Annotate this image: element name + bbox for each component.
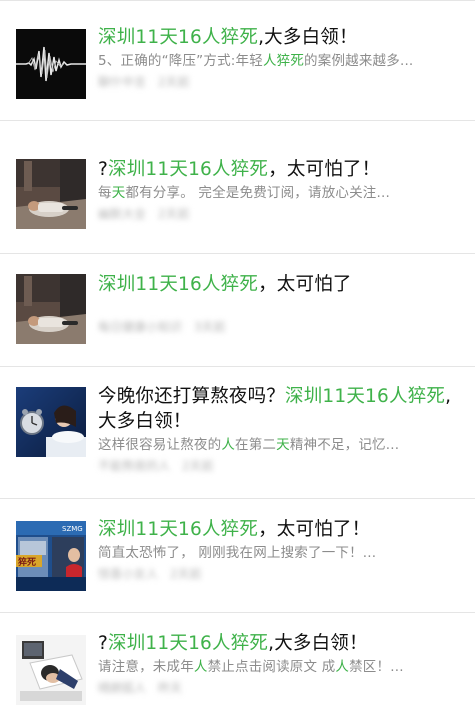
sztv-badge: SZMG [62, 525, 83, 533]
publish-time: 3天前 [193, 320, 226, 334]
list-item[interactable]: ?深圳11天16人猝死，太可怕了！ 每天都有分享。 完全是免费订阅，请放心关注.… [0, 121, 475, 254]
publish-time: 2天前 [157, 75, 190, 89]
highlighted-keyword: 人 [193, 659, 208, 675]
article-title[interactable]: 深圳11天16人猝死，太可怕了 [98, 272, 463, 297]
text-fragment: 精神不足，记忆... [289, 437, 400, 453]
article-snippet: 简直太恐怖了， 刚刚我在网上搜索了一下！... [98, 544, 463, 563]
article-meta: 晴朗狐人 昨天 [98, 680, 463, 696]
publish-time: 2天前 [157, 207, 190, 221]
article-snippet: 请注意，未成年人禁止点击阅读原文 成人禁区！... [98, 658, 463, 677]
list-item[interactable]: 深圳11天16人猝死，太可怕了 每日健康小知识 3天前 [0, 254, 475, 367]
author-name: 惊喜小女人 [98, 567, 159, 581]
text-fragment: 请注意，未成年 [98, 659, 194, 675]
text-fragment: ,大多白领！ [268, 633, 368, 654]
article-meta: 惊喜小女人 2天前 [98, 566, 463, 582]
text-fragment: 今晚你还打算熬夜吗？ [98, 386, 286, 407]
article-meta: 聊什中言 2天前 [98, 74, 463, 90]
heartbeat-waveform-icon [16, 29, 86, 99]
author-name: 不能熬夜的人 [98, 459, 171, 473]
highlighted-keyword: 深圳11天16人猝死 [98, 274, 259, 295]
exhausted-office-worker-photo [16, 635, 86, 705]
author-name: 幽默大全 [98, 207, 147, 221]
author-name: 聊什中言 [98, 75, 147, 89]
highlighted-keyword: 人猝死 [262, 53, 305, 69]
highlighted-keyword: 深圳11天16人猝死 [98, 27, 259, 48]
article-meta: 每日健康小知识 3天前 [98, 319, 463, 335]
highlighted-keyword: 深圳11天16人猝死 [108, 633, 269, 654]
sztv-news-broadcast-photo: 猝死 SZMG [16, 521, 86, 591]
text-fragment: 每 [98, 185, 112, 201]
text-fragment: 5、正确的“降压”方式:年轻 [98, 53, 263, 69]
article-snippet: 5、正确的“降压”方式:年轻人猝死的案例越来越多... [98, 52, 463, 71]
text-fragment: 禁区！... [349, 659, 404, 675]
article-title[interactable]: 今晚你还打算熬夜吗？深圳11天16人猝死,大多白领！ [98, 384, 463, 434]
article-snippet: 每天都有分享。 完全是免费订阅，请放心关注... [98, 184, 463, 203]
text-fragment: 都有分享。 完全是免费订阅，请放心关注... [125, 185, 390, 201]
publish-time: 昨天 [157, 681, 182, 695]
text-fragment: ,大多白领！ [258, 27, 358, 48]
article-meta: 幽默大全 2天前 [98, 206, 463, 222]
highlighted-keyword: 天 [111, 185, 126, 201]
publish-time: 2天前 [181, 459, 214, 473]
text-fragment: ，太可怕了！ [258, 519, 371, 540]
divider [0, 0, 475, 1]
text-fragment: 在第二 [235, 437, 277, 453]
article-title[interactable]: ?深圳11天16人猝死，太可怕了！ [98, 157, 463, 182]
search-results-list: 深圳11天16人猝死,大多白领！ 5、正确的“降压”方式:年轻人猝死的案例越来越… [0, 0, 475, 720]
collapsed-person-photo [16, 274, 86, 344]
list-item[interactable]: 猝死 SZMG 深圳11天16人猝死，太可怕了！ 简直太恐怖了， 刚刚我在网上搜… [0, 499, 475, 613]
highlighted-keyword: 天 [276, 437, 290, 453]
thumb-caption: 猝死 [17, 556, 36, 568]
highlighted-keyword: 深圳11天16人猝死 [285, 386, 446, 407]
article-title[interactable]: 深圳11天16人猝死，太可怕了！ [98, 517, 463, 542]
article-title[interactable]: ?深圳11天16人猝死,大多白领！ [98, 631, 463, 656]
text-fragment: 的案例越来越多... [304, 53, 414, 69]
text-fragment: 禁止点击阅读原文 成 [207, 659, 336, 675]
collapsed-person-photo [16, 159, 86, 229]
list-item[interactable]: ?深圳11天16人猝死,大多白领！ 请注意，未成年人禁止点击阅读原文 成人禁区！… [0, 613, 475, 720]
publish-time: 2天前 [169, 567, 202, 581]
list-item[interactable]: 今晚你还打算熬夜吗？深圳11天16人猝死,大多白领！ 这样很容易让熬夜的人在第二… [0, 367, 475, 499]
article-snippet: 这样很容易让熬夜的人在第二天精神不足，记忆... [98, 436, 463, 455]
highlighted-keyword: 人 [335, 659, 350, 675]
text-fragment: ，太可怕了！ [268, 159, 381, 180]
highlighted-keyword: 深圳11天16人猝死 [108, 159, 269, 180]
text-fragment: ，太可怕了 [258, 274, 352, 295]
list-item[interactable]: 深圳11天16人猝死,大多白领！ 5、正确的“降压”方式:年轻人猝死的案例越来越… [0, 8, 475, 121]
text-fragment: 这样很容易让熬夜的 [98, 437, 222, 453]
text-fragment: 简直太恐怖了， 刚刚我在网上搜索了一下！... [98, 545, 377, 561]
text-fragment: ? [98, 159, 109, 180]
sleeping-woman-alarm-clock-photo [16, 387, 86, 457]
author-name: 每日健康小知识 [98, 320, 183, 334]
highlighted-keyword: 人 [221, 437, 236, 453]
text-fragment: ? [98, 633, 109, 654]
article-meta: 不能熬夜的人 2天前 [98, 458, 463, 474]
author-name: 晴朗狐人 [98, 681, 147, 695]
article-title[interactable]: 深圳11天16人猝死,大多白领！ [98, 25, 463, 50]
highlighted-keyword: 深圳11天16人猝死 [98, 519, 259, 540]
